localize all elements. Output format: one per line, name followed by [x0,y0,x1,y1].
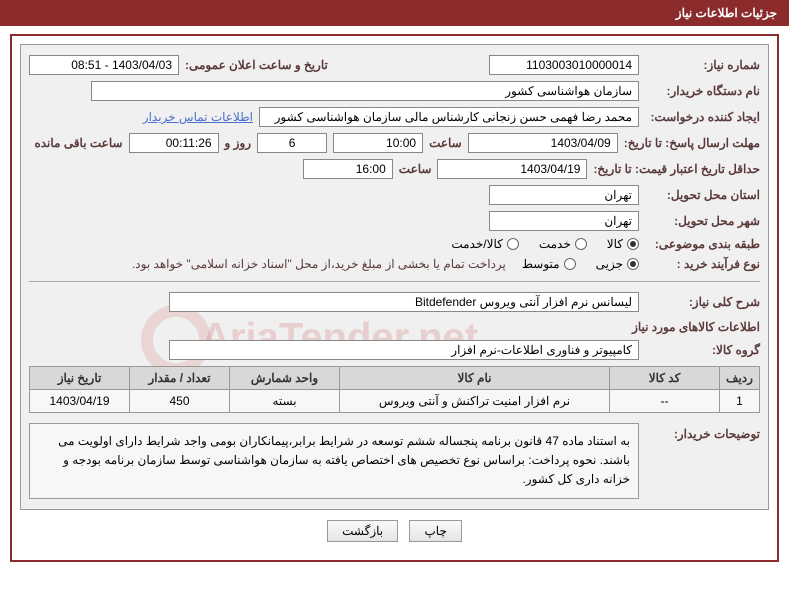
days-value: 6 [257,133,327,153]
radio-dot-icon [627,258,639,270]
city-label: شهر محل تحویل: [645,214,760,228]
row-response-deadline: مهلت ارسال پاسخ: تا تاریخ: 1403/04/09 سا… [29,133,760,153]
form-panel: AriaTender.net شماره نیاز: 1103003010000… [20,44,769,510]
price-valid-label: حداقل تاریخ اعتبار قیمت: تا تاریخ: [593,162,760,176]
cell-code: -- [610,390,720,413]
th-qty: تعداد / مقدار [130,367,230,390]
countdown-value: 00:11:26 [129,133,219,153]
days-and-label: روز و [225,136,252,150]
need-no-value: 1103003010000014 [489,55,639,75]
cell-name: نرم افزار امنیت تراکنش و آنتی ویروس [340,390,610,413]
announce-value: 1403/04/03 - 08:51 [29,55,179,75]
subject-class-label: طبقه بندی موضوعی: [645,237,760,251]
purchase-radio-group: جزیی متوسط [522,257,639,271]
radio-khadamat[interactable]: خدمت [539,237,587,251]
row-need-no: شماره نیاز: 1103003010000014 تاریخ و ساع… [29,55,760,75]
time-label-2: ساعت [399,162,432,176]
price-valid-time-value: 16:00 [303,159,393,179]
cell-unit: بسته [230,390,340,413]
row-buyer-notes: توضیحات خریدار: به استناد ماده 47 قانون … [29,419,760,499]
page-header: جزئیات اطلاعات نیاز [0,0,789,26]
remain-label: ساعت باقی مانده [34,136,122,150]
page-title: جزئیات اطلاعات نیاز [676,6,777,20]
divider [29,281,760,282]
radio-jozi[interactable]: جزیی [596,257,639,271]
radio-dot-icon [564,258,576,270]
row-price-validity: حداقل تاریخ اعتبار قیمت: تا تاریخ: 1403/… [29,159,760,179]
province-value: تهران [489,185,639,205]
goods-section-title: اطلاعات کالاهای مورد نیاز [29,320,760,334]
province-label: استان محل تحویل: [645,188,760,202]
goods-group-label: گروه کالا: [645,343,760,357]
th-date: تاریخ نیاز [30,367,130,390]
th-row: ردیف [720,367,760,390]
purchase-note: پرداخت تمام یا بخشی از مبلغ خرید،از محل … [132,257,506,271]
need-no-label: شماره نیاز: [645,58,760,72]
th-unit: واحد شمارش [230,367,340,390]
row-description: شرح کلی نیاز: لیسانس نرم افزار آنتی ویرو… [29,292,760,312]
price-valid-date-value: 1403/04/19 [437,159,587,179]
row-goods-group: گروه کالا: کامپیوتر و فناوری اطلاعات-نرم… [29,340,760,360]
desc-value: لیسانس نرم افزار آنتی ویروس Bitdefender [169,292,639,312]
resp-deadline-label: مهلت ارسال پاسخ: تا تاریخ: [624,136,760,150]
outer-frame: AriaTender.net شماره نیاز: 1103003010000… [10,34,779,562]
requester-value: محمد رضا فهمی حسن زنجانی کارشناس مالی سا… [259,107,639,127]
button-bar: چاپ بازگشت [20,520,769,542]
radio-motavaset[interactable]: متوسط [522,257,576,271]
radio-dot-icon [575,238,587,250]
goods-table: ردیف کد کالا نام کالا واحد شمارش تعداد /… [29,366,760,413]
buyer-org-value: سازمان هواشناسی کشور [91,81,639,101]
city-value: تهران [489,211,639,231]
time-label-1: ساعت [429,136,462,150]
row-buyer-org: نام دستگاه خریدار: سازمان هواشناسی کشور [29,81,760,101]
radio-khadamat-label: خدمت [539,237,571,251]
row-requester: ایجاد کننده درخواست: محمد رضا فهمی حسن ز… [29,107,760,127]
purchase-type-label: نوع فرآیند خرید : [645,257,760,271]
table-row: 1 -- نرم افزار امنیت تراکنش و آنتی ویروس… [30,390,760,413]
cell-row: 1 [720,390,760,413]
buyer-org-label: نام دستگاه خریدار: [645,84,760,98]
row-city: شهر محل تحویل: تهران [29,211,760,231]
buyer-notes-value: به استناد ماده 47 قانون برنامه پنجساله ش… [29,423,639,499]
radio-kala[interactable]: کالا [607,237,639,251]
radio-kala-khadamat[interactable]: کالا/خدمت [451,237,518,251]
radio-dot-icon [627,238,639,250]
contact-link[interactable]: اطلاعات تماس خریدار [143,110,253,124]
goods-group-value: کامپیوتر و فناوری اطلاعات-نرم افزار [169,340,639,360]
cell-qty: 450 [130,390,230,413]
back-button[interactable]: بازگشت [327,520,398,542]
desc-label: شرح کلی نیاز: [645,295,760,309]
subject-radio-group: کالا خدمت کالا/خدمت [451,237,639,251]
row-subject-class: طبقه بندی موضوعی: کالا خدمت کالا/خدمت [29,237,760,251]
announce-label: تاریخ و ساعت اعلان عمومی: [185,58,328,72]
requester-label: ایجاد کننده درخواست: [645,110,760,124]
cell-date: 1403/04/19 [30,390,130,413]
print-button[interactable]: چاپ [409,520,461,542]
radio-kala-label: کالا [607,237,623,251]
resp-date-value: 1403/04/09 [468,133,618,153]
row-province: استان محل تحویل: تهران [29,185,760,205]
buyer-notes-label: توضیحات خریدار: [645,419,760,441]
radio-motavaset-label: متوسط [522,257,560,271]
table-header-row: ردیف کد کالا نام کالا واحد شمارش تعداد /… [30,367,760,390]
th-name: نام کالا [340,367,610,390]
radio-jozi-label: جزیی [596,257,623,271]
th-code: کد کالا [610,367,720,390]
radio-dot-icon [507,238,519,250]
radio-kala-khadamat-label: کالا/خدمت [451,237,502,251]
resp-time-value: 10:00 [333,133,423,153]
row-purchase-type: نوع فرآیند خرید : جزیی متوسط پرداخت تمام… [29,257,760,271]
